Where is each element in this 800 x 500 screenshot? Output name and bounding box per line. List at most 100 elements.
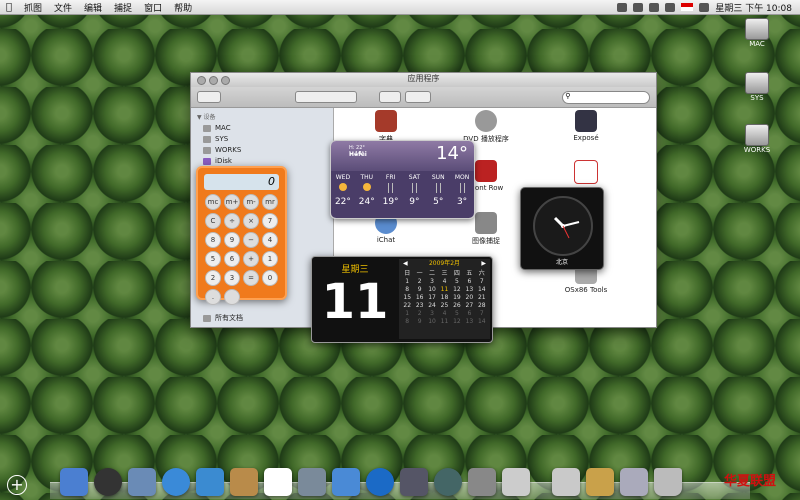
calendar-day-cell[interactable]: 18 [438,294,450,301]
calendar-day-cell[interactable]: 13 [463,318,475,325]
dashboard-icon[interactable] [94,468,122,496]
calculator-key[interactable] [224,289,240,305]
previous-month-button[interactable]: ◀ [403,259,408,268]
menu-item-file[interactable]: 文件 [54,1,72,14]
sidebar-item-works[interactable]: WORKS [203,146,333,154]
stack-icon[interactable] [586,468,614,496]
sidebar-item-idisk[interactable]: iDisk [203,157,333,165]
menubar-clock[interactable]: 星期三 下午 10:08 [715,1,792,14]
address-book-icon[interactable] [230,468,258,496]
spaces-icon[interactable] [699,2,710,12]
weather-widget[interactable]: H: 22° L: 14° Hefei 14° WED 22° THU 24° FRI 19… [330,140,475,219]
calculator-key[interactable]: 2 [205,270,221,286]
calculator-key[interactable]: mr [262,194,278,210]
menu-item-grab[interactable]: 抓图 [24,1,42,14]
iphoto-icon[interactable] [298,468,326,496]
calendar-day-cell[interactable]: 6 [463,310,475,317]
ichat-icon[interactable] [196,468,224,496]
trash-icon[interactable] [654,468,682,496]
menu-item-help[interactable]: 帮助 [174,1,192,14]
calendar-day-cell[interactable]: 1 [401,310,413,317]
calendar-day-cell[interactable]: 23 [413,302,425,309]
calculator-key[interactable]: C [205,213,221,229]
app-expose[interactable]: Exposé [556,110,616,142]
calendar-day-cell[interactable]: 14 [476,318,488,325]
finder-titlebar[interactable]: 应用程序 [191,73,656,87]
sidebar-item-mac[interactable]: MAC [203,124,333,132]
close-window-button[interactable] [197,76,206,85]
view-mode-buttons[interactable] [295,91,357,103]
drive-works[interactable]: WORKS [742,124,772,154]
calculator-key[interactable]: + [243,251,259,267]
search-input[interactable]: ⚲ [562,91,650,104]
calendar-day-cell[interactable]: 9 [413,286,425,293]
add-widget-button[interactable]: + [7,475,27,495]
safari-icon[interactable] [162,468,190,496]
action-gear-button[interactable] [405,91,431,103]
calendar-day-cell[interactable]: 17 [426,294,438,301]
zoom-window-button[interactable] [221,76,230,85]
calendar-day-cell[interactable]: 28 [476,302,488,309]
world-clock-widget[interactable]: 北京 [520,187,604,270]
calculator-key[interactable]: 9 [224,232,240,248]
calendar-day-cell[interactable]: 10 [426,318,438,325]
spaces-icon[interactable] [400,468,428,496]
quick-look-button[interactable] [379,91,401,103]
calendar-day-cell[interactable]: 1 [401,278,413,285]
calculator-key[interactable]: 3 [224,270,240,286]
menu-item-window[interactable]: 窗口 [144,1,162,14]
calendar-day-cell[interactable]: 22 [401,302,413,309]
back-forward-button[interactable] [197,91,221,103]
calendar-day-cell[interactable]: 6 [463,278,475,285]
next-month-button[interactable]: ▶ [481,259,486,268]
sidebar-item-sys[interactable]: SYS [203,135,333,143]
calculator-key[interactable]: m- [243,194,259,210]
calculator-key[interactable]: × [243,213,259,229]
volume-icon[interactable] [633,2,644,12]
calculator-key[interactable]: 5 [205,251,221,267]
minimize-window-button[interactable] [209,76,218,85]
calendar-day-cell[interactable]: 12 [451,286,463,293]
drive-sys[interactable]: SYS [742,72,772,102]
apple-menu-icon[interactable]:  [0,2,18,13]
calendar-day-cell[interactable]: 5 [451,278,463,285]
calendar-day-cell[interactable]: 7 [476,278,488,285]
app-dvd-player[interactable]: DVD 播放程序 [456,110,516,144]
drive-mac[interactable]: MAC [742,18,772,48]
calendar-day-cell[interactable]: 27 [463,302,475,309]
calendar-day-cell[interactable]: 8 [401,318,413,325]
sidebar-header-devices[interactable]: ▼ 设备 [197,112,333,121]
calendar-day-cell[interactable]: 3 [426,278,438,285]
calendar-day-cell[interactable]: 20 [463,294,475,301]
quicktime-icon[interactable] [366,468,394,496]
applications-folder-icon[interactable] [552,468,580,496]
calendar-day-cell[interactable]: 11 [438,286,450,293]
calendar-day-cell[interactable]: 21 [476,294,488,301]
sidebar-item-all-documents[interactable]: 所有文档 [203,313,243,323]
system-preferences-icon[interactable] [468,468,496,496]
calendar-day-cell[interactable]: 16 [413,294,425,301]
calculator-key[interactable]: 1 [262,251,278,267]
finder-icon[interactable] [60,468,88,496]
calendar-day-cell[interactable]: 14 [476,286,488,293]
app-dictionary[interactable]: 字典 [356,110,416,144]
itunes-icon[interactable] [332,468,360,496]
calculator-key[interactable]: m+ [224,194,240,210]
calendar-day-cell[interactable]: 15 [401,294,413,301]
calculator-key[interactable]: 8 [205,232,221,248]
calculator-key[interactable]: − [243,232,259,248]
calendar-widget[interactable]: 星期三 11 ◀ 2009年2月 ▶ 日一二三四五六 1 2 3 4 5 6 7 8 9 10 11 1… [311,256,493,343]
calculator-key[interactable]: 4 [262,232,278,248]
app-ical[interactable] [556,160,616,186]
battery-icon[interactable] [665,2,676,12]
calendar-day-cell[interactable]: 5 [451,310,463,317]
calculator-key[interactable]: . [205,289,221,305]
calendar-day-cell[interactable]: 4 [438,278,450,285]
calendar-day-cell[interactable]: 2 [413,310,425,317]
menu-item-edit[interactable]: 编辑 [84,1,102,14]
calculator-key[interactable]: 6 [224,251,240,267]
calendar-day-cell[interactable]: 2 [413,278,425,285]
time-machine-icon[interactable] [649,2,660,12]
calculator-key[interactable]: = [243,270,259,286]
calculator-widget[interactable]: 0 mc m+ m-mr C ÷ × 7 8 9−4 5 6 +1 2 3 = 0. [196,166,287,305]
